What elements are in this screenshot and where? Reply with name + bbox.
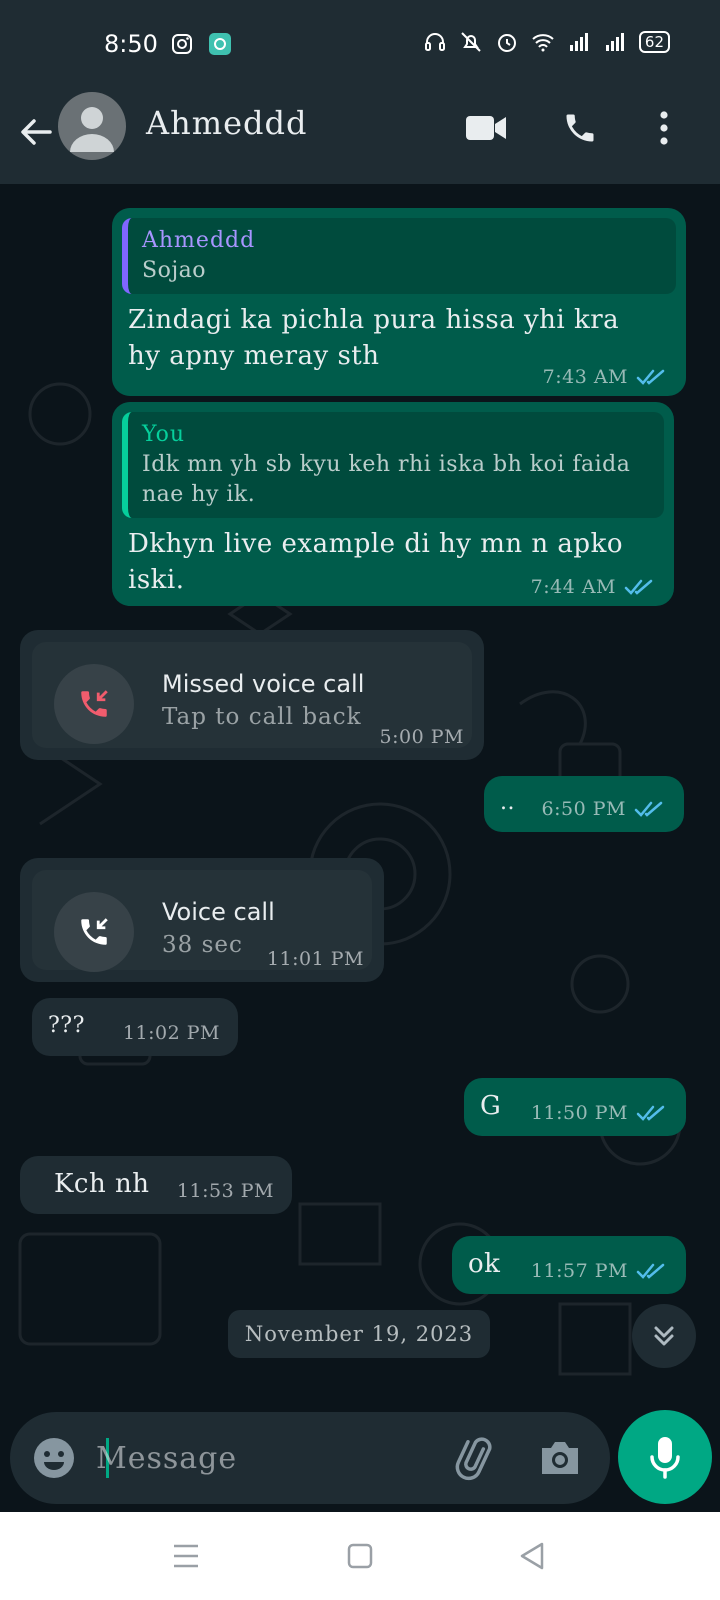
chat-area[interactable]: Ahmeddd Sojao Zindagi ka pichla pura his… xyxy=(0,184,720,1510)
message-time: 11:57 PM xyxy=(530,1260,628,1282)
quote-author: Ahmeddd xyxy=(142,228,256,253)
quoted-message[interactable]: Ahmeddd Sojao xyxy=(122,218,676,294)
message-time: 6:50 PM xyxy=(541,798,626,820)
kebab-menu-icon xyxy=(660,111,668,145)
menu-nav-icon[interactable] xyxy=(166,1536,206,1576)
read-receipt-icon xyxy=(624,579,653,595)
paperclip-icon[interactable] xyxy=(450,1432,502,1484)
incoming-call-icon xyxy=(81,918,108,945)
call-title: Missed voice call xyxy=(162,670,365,698)
quote-text: Sojao xyxy=(142,258,206,283)
alarm-icon xyxy=(497,34,516,52)
double-chevron-down-icon xyxy=(654,1326,674,1346)
default-avatar-icon xyxy=(70,107,114,152)
phone-icon xyxy=(566,114,594,142)
message-composer xyxy=(10,1412,610,1504)
home-nav-icon[interactable] xyxy=(340,1536,380,1576)
back-nav-icon[interactable] xyxy=(512,1536,552,1576)
signal-2-icon xyxy=(605,33,624,51)
call-title: Voice call xyxy=(162,898,275,926)
status-time: 8:50 xyxy=(104,30,158,58)
video-call-button[interactable] xyxy=(462,104,510,152)
missed-call-icon xyxy=(81,690,108,717)
message-time: 11:50 PM xyxy=(530,1102,628,1124)
quoted-message[interactable]: You Idk mn yh sb kyu keh rhi iska bh koi… xyxy=(122,412,664,518)
message-time: 5:00 PM xyxy=(379,726,464,748)
signal-icon xyxy=(569,33,588,51)
message-time: 11:01 PM xyxy=(266,948,364,970)
quote-text: Idk mn yh sb kyu keh rhi iska bh koi fai… xyxy=(142,452,631,507)
camera-icon[interactable] xyxy=(536,1434,584,1482)
battery-indicator: 62 xyxy=(638,31,670,53)
status-bar: 8:50 62 xyxy=(0,0,720,90)
avatar[interactable] xyxy=(58,92,126,160)
microphone-icon xyxy=(650,1437,680,1479)
app-notification-icon xyxy=(209,33,231,55)
contact-name[interactable]: Ahmeddd xyxy=(146,104,307,142)
outgoing-message[interactable]: .. 6:50 PM xyxy=(484,776,684,832)
more-options-button[interactable] xyxy=(640,104,688,152)
message-time: 7:43 AM xyxy=(542,366,628,388)
voice-record-button[interactable] xyxy=(618,1410,712,1504)
emoji-icon[interactable] xyxy=(30,1434,78,1482)
headset-icon xyxy=(424,33,445,51)
call-subtitle[interactable]: Tap to call back xyxy=(162,704,362,730)
outgoing-message[interactable]: You Idk mn yh sb kyu keh rhi iska bh koi… xyxy=(112,402,674,606)
read-receipt-icon xyxy=(636,1105,665,1121)
incoming-message[interactable]: Kch nh 11:53 PM xyxy=(20,1156,292,1214)
message-time: 11:02 PM xyxy=(122,1022,220,1044)
quote-author: You xyxy=(142,422,186,447)
read-receipt-icon xyxy=(636,1263,665,1279)
outgoing-message[interactable]: ok 11:57 PM xyxy=(452,1236,686,1294)
voice-call-button[interactable] xyxy=(556,104,604,152)
message-time: 7:44 AM xyxy=(530,576,616,598)
outgoing-message[interactable]: Ahmeddd Sojao Zindagi ka pichla pura his… xyxy=(112,208,686,396)
outgoing-message[interactable]: G 11:50 PM xyxy=(464,1078,686,1136)
video-camera-icon xyxy=(466,116,506,140)
message-text: Zindagi ka pichla pura hissa yhi kra hy … xyxy=(128,305,620,371)
read-receipt-icon xyxy=(636,369,665,385)
incoming-message[interactable]: ??? 11:02 PM xyxy=(32,998,238,1056)
system-navigation-bar xyxy=(0,1512,720,1600)
chat-header: Ahmeddd xyxy=(0,90,720,184)
instagram-icon xyxy=(172,34,192,54)
call-duration: 38 sec xyxy=(162,932,243,958)
message-input[interactable] xyxy=(96,1430,416,1486)
read-receipt-icon xyxy=(634,801,663,817)
wifi-icon xyxy=(532,34,554,52)
message-time: 11:53 PM xyxy=(176,1180,274,1202)
scroll-to-bottom-button[interactable] xyxy=(632,1304,696,1368)
back-arrow-icon[interactable] xyxy=(16,112,56,152)
voice-call-message[interactable]: Voice call 38 sec 11:01 PM xyxy=(20,858,384,982)
date-separator: November 19, 2023 xyxy=(228,1310,490,1358)
missed-call-message[interactable]: Missed voice call Tap to call back 5:00 … xyxy=(20,630,484,760)
mute-bell-icon xyxy=(461,32,481,52)
